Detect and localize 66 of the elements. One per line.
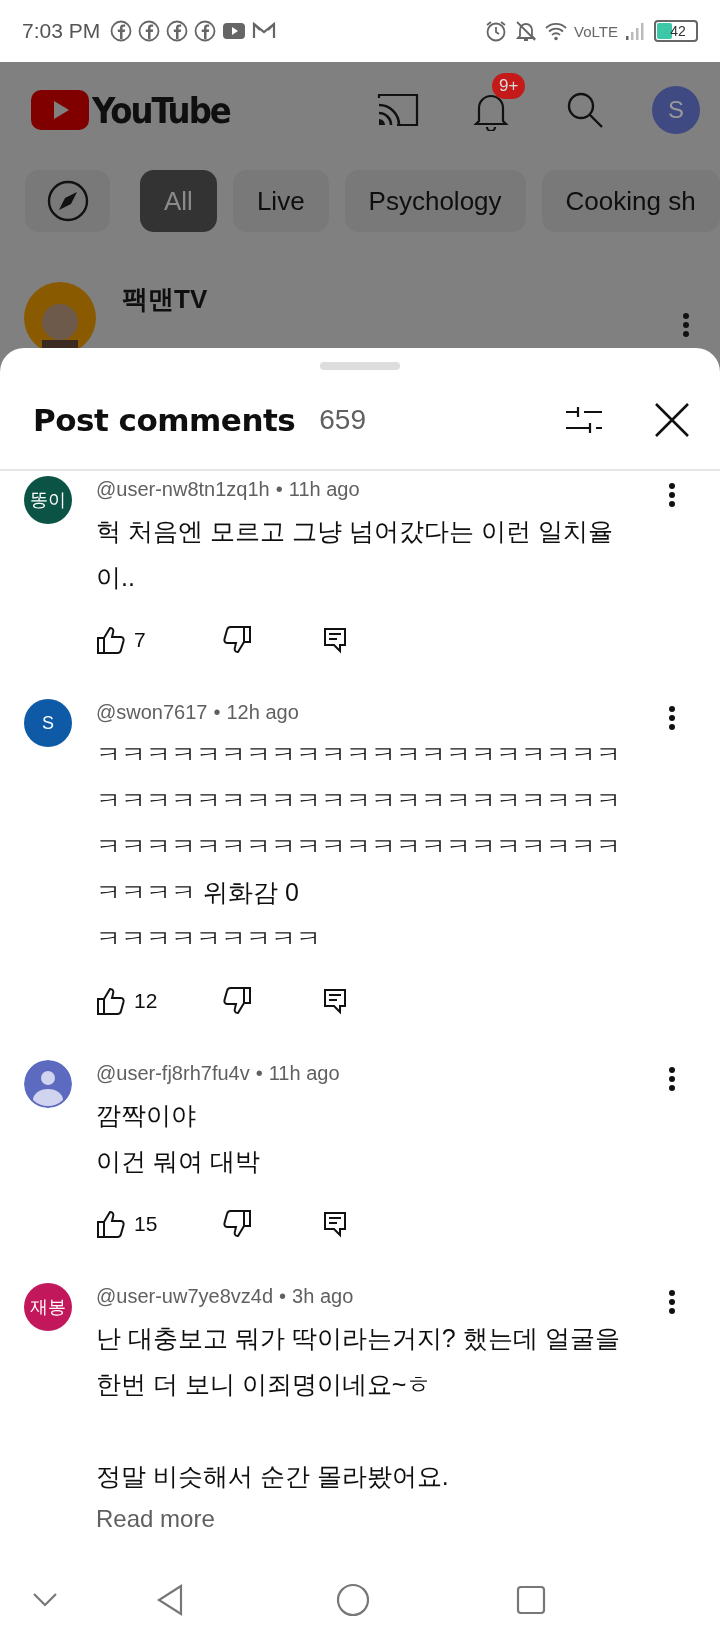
thumbs-down-icon[interactable] [222,1209,252,1239]
facebook-icon [138,20,161,42]
comment-text: ㅋㅋㅋㅋㅋㅋㅋㅋㅋㅋㅋㅋㅋㅋㅋㅋㅋㅋㅋㅋㅋㅋㅋㅋㅋㅋㅋㅋㅋㅋㅋㅋㅋㅋㅋㅋㅋㅋㅋㅋㅋㅋㅋㅋㅋㅋㅋㅋㅋㅋㅋㅋㅋㅋㅋㅋㅋㅋㅋㅋㅋㅋㅋㅋㅋㅋㅋ 위화감 0 ㅋㅋㅋㅋㅋㅋㅋㅋㅋ [96,739,622,954]
thumbs-up-icon[interactable] [96,1209,126,1239]
search-icon[interactable] [565,90,605,130]
sheet-title: Post comments [33,401,296,438]
comment-time: 12h ago [226,701,299,723]
comment-author[interactable]: @swon7617 [96,701,208,723]
user-avatar: 재봉 [24,1283,72,1331]
facebook-icon [166,20,189,42]
logo-text: YouTube [92,89,230,131]
thumbs-up-icon[interactable] [96,625,126,655]
filter-chip[interactable]: All [140,170,217,232]
user-avatar: 똥이 [24,476,72,524]
back-icon[interactable] [156,1584,184,1616]
comment-text: 헉 처음엔 모르고 그냥 넘어갔다는 이런 일치율이.. [96,516,614,593]
explore-chip[interactable] [25,170,110,232]
reply-icon[interactable] [322,626,348,654]
cast-icon[interactable] [375,92,419,128]
chevron-down-icon[interactable] [32,1592,58,1608]
comment-text: 난 대충보고 뭐가 딱이라는거지? 했는데 얼굴을 한번 더 보니 이죄명이네요~ㅎ 정말 비슷해서 순간 몰라봤어요. [96,1323,621,1492]
filter-chip[interactable]: Live [232,170,329,232]
close-icon[interactable] [654,401,690,438]
comment-author[interactable]: @user-nw8tn1zq1h [96,478,270,500]
home-icon[interactable] [336,1583,370,1617]
like-count: 12 [134,989,158,1013]
more-icon[interactable] [668,1066,676,1092]
read-more-link[interactable]: Read more [96,1499,215,1539]
reply-icon[interactable] [322,1210,348,1238]
more-icon[interactable] [668,1289,676,1315]
recents-icon[interactable] [516,1585,546,1615]
filter-chip[interactable]: Cooking sh [541,170,720,232]
user-avatar: S [24,699,72,747]
thumbs-down-icon[interactable] [222,986,252,1016]
comment-author[interactable]: @user-uw7ye8vz4d [96,1285,274,1307]
like-count: 15 [134,1212,158,1236]
video-play-icon [222,20,247,42]
thumbs-down-icon[interactable] [222,625,252,655]
notification-badge: 9+ [492,73,526,99]
channel-avatar-icon [24,282,96,348]
separator-dot: • [275,478,283,500]
thumbs-up-icon[interactable] [96,986,126,1016]
drag-handle[interactable] [320,362,400,370]
filter-chip[interactable]: Psychology [344,170,526,232]
separator-dot: • [255,1062,263,1084]
comment-text: 깜짝이야 이건 뭐여 대박 [96,1100,261,1177]
facebook-icon [110,20,133,42]
comment-time: 11h ago [288,478,360,500]
bell-muted-icon [514,19,539,43]
separator-dot: • [279,1285,287,1307]
separator-dot: • [213,701,221,723]
more-icon[interactable] [668,482,676,508]
comment-author[interactable]: @user-fj8rh7fu4v [96,1062,250,1084]
comment-time: 3h ago [292,1285,354,1307]
comment-count: 659 [319,403,366,436]
reply-icon[interactable] [322,987,348,1015]
comment-time: 11h ago [268,1062,340,1084]
network-label: VoLTE [574,22,618,40]
compass-icon [46,180,89,222]
play-logo-icon [31,90,89,130]
facebook-icon [194,20,217,42]
like-count: 7 [134,628,146,652]
status-time: 7:03 PM [22,19,101,43]
wifi-icon [544,20,569,42]
channel-name: 팩맨TV [122,283,208,316]
more-icon[interactable] [668,705,676,731]
